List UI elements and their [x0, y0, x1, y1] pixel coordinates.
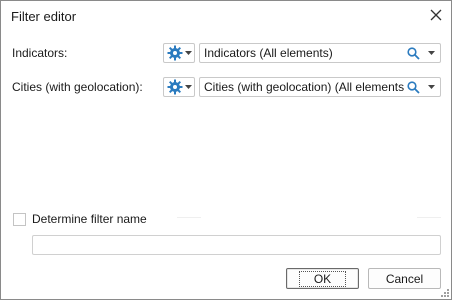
cities-combo[interactable]: Cities (with geolocation) (All elements) [199, 77, 441, 97]
indicators-combo[interactable]: Indicators (All elements) [199, 43, 441, 63]
cities-search-button[interactable] [404, 78, 422, 96]
chevron-down-icon [427, 51, 435, 55]
chevron-down-icon [427, 85, 435, 89]
cities-label: Cities (with geolocation): [12, 80, 143, 94]
indicators-dropdown-button[interactable] [422, 44, 440, 62]
gear-icon [167, 45, 183, 61]
divider [177, 217, 201, 218]
cities-dropdown-button[interactable] [422, 78, 440, 96]
indicators-search-button[interactable] [404, 44, 422, 62]
dialog-title: Filter editor [11, 9, 77, 24]
cancel-button[interactable]: Cancel [368, 268, 441, 289]
chevron-down-icon [185, 85, 192, 89]
close-button[interactable] [427, 6, 445, 24]
divider [417, 217, 441, 218]
resize-grip-icon[interactable] [441, 289, 449, 297]
determine-filter-name-label[interactable]: Determine filter name [32, 212, 147, 226]
chevron-down-icon [185, 51, 192, 55]
cities-settings-button[interactable] [163, 77, 195, 97]
close-icon [430, 9, 442, 21]
filter-editor-dialog: Filter editor Indicators: Indicators (Al… [0, 0, 452, 300]
ok-button-label: OK [298, 270, 347, 287]
indicators-combo-value: Indicators (All elements) [204, 46, 333, 60]
indicators-label: Indicators: [12, 46, 68, 60]
search-icon [406, 80, 420, 94]
determine-filter-name-checkbox[interactable] [13, 213, 26, 226]
search-icon [406, 46, 420, 60]
indicators-settings-button[interactable] [163, 43, 195, 63]
gear-icon [167, 79, 183, 95]
ok-button[interactable]: OK [286, 268, 359, 289]
filter-name-input[interactable] [32, 235, 441, 255]
cities-combo-value: Cities (with geolocation) (All elements) [204, 80, 404, 94]
